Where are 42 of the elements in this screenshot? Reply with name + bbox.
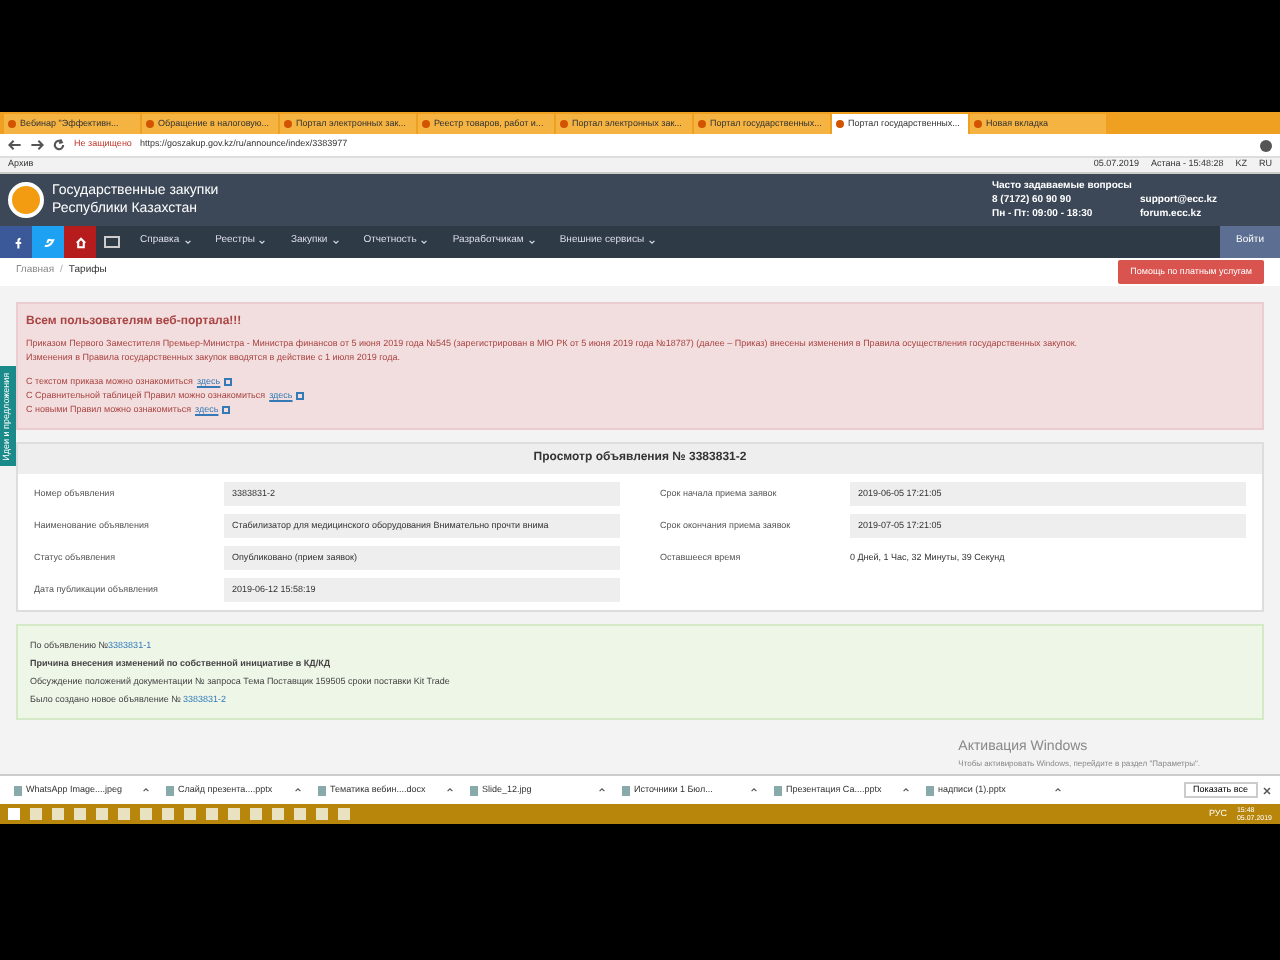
forward-arrow-icon[interactable]	[30, 138, 44, 152]
tab-favicon-icon	[974, 120, 982, 128]
reload-icon[interactable]	[52, 138, 66, 152]
external-link-icon	[224, 377, 233, 385]
caret-icon[interactable]	[142, 786, 150, 794]
profile-avatar-icon	[1260, 139, 1272, 151]
tab-favicon-icon	[560, 120, 568, 128]
tab-favicon-icon	[8, 120, 16, 128]
caret-icon	[420, 238, 429, 246]
file-icon	[318, 785, 326, 795]
caret-icon[interactable]	[446, 786, 454, 794]
external-link-icon	[296, 391, 305, 399]
file-icon	[926, 785, 934, 795]
caret-icon	[258, 238, 267, 246]
tab-favicon-icon	[698, 120, 706, 128]
file-icon	[470, 785, 478, 795]
file-icon	[14, 785, 22, 795]
windows-start-icon	[8, 808, 20, 820]
caret-icon[interactable]	[902, 786, 910, 794]
external-link-icon	[222, 405, 231, 413]
twitter-button[interactable]	[32, 226, 64, 258]
back-arrow-icon[interactable]	[8, 138, 22, 152]
tab-favicon-icon	[422, 120, 430, 128]
logo-icon	[8, 182, 44, 218]
file-icon	[622, 785, 630, 795]
home-button[interactable]	[64, 226, 96, 258]
close-icon[interactable]	[1262, 785, 1272, 795]
caret-icon	[527, 238, 536, 246]
file-icon	[774, 785, 782, 795]
file-icon	[166, 785, 174, 795]
caret-icon[interactable]	[750, 786, 758, 794]
tab-favicon-icon	[284, 120, 292, 128]
caret-icon[interactable]	[598, 786, 606, 794]
caret-icon[interactable]	[294, 786, 302, 794]
facebook-button[interactable]	[0, 226, 32, 258]
tab-favicon-icon	[146, 120, 154, 128]
caret-icon	[183, 238, 192, 246]
caret-icon	[648, 238, 657, 246]
bird-icon	[41, 235, 55, 249]
caret-icon[interactable]	[1054, 786, 1062, 794]
tab-favicon-icon	[836, 120, 844, 128]
caret-icon	[331, 238, 340, 246]
